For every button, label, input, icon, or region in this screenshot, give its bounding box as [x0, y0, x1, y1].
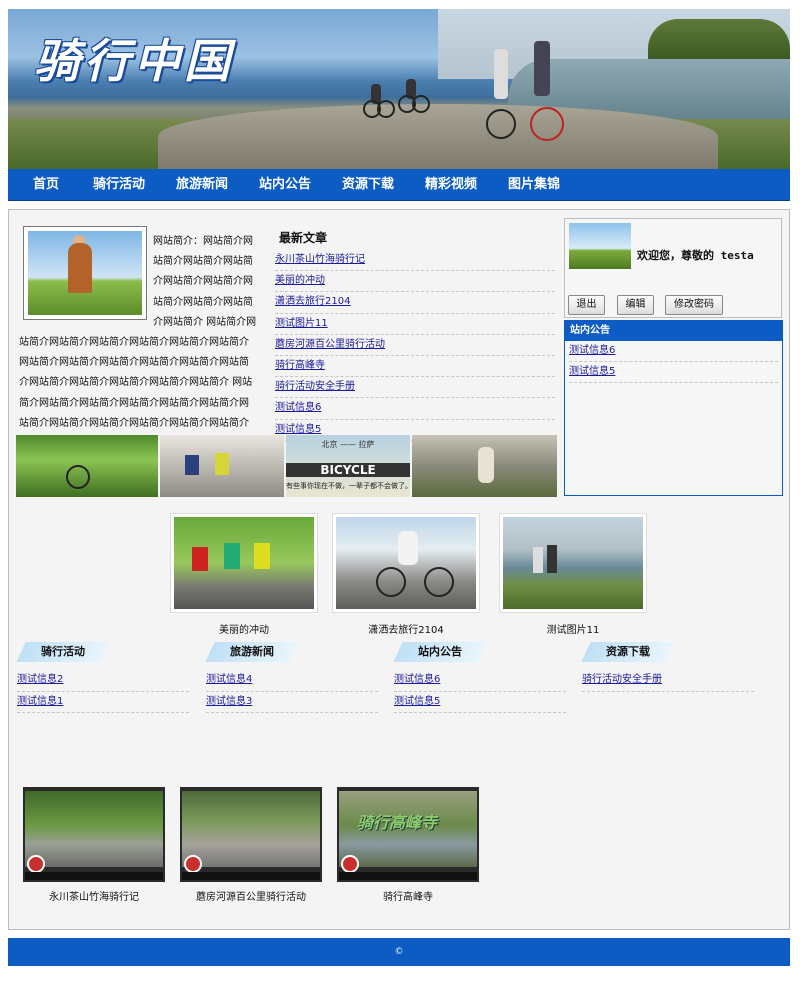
nav-item-announcements[interactable]: 站内公告: [259, 169, 311, 200]
section-announcements: 站内公告 测试信息6 测试信息5: [393, 642, 566, 713]
list-item: 测试信息6: [569, 341, 778, 362]
article-link[interactable]: 骑行高峰寺: [275, 360, 325, 371]
section-travel-news: 旅游新闻 测试信息4 测试信息3: [205, 642, 378, 713]
list-item: 永川茶山竹海骑行记: [275, 250, 555, 272]
section-link[interactable]: 测试信息2: [17, 674, 63, 685]
section-title[interactable]: 旅游新闻: [210, 642, 294, 662]
video-item[interactable]: 蘑房河源百公里骑行活动: [180, 787, 322, 903]
announcement-link[interactable]: 测试信息5: [569, 366, 615, 377]
section-title[interactable]: 资源下载: [586, 642, 670, 662]
list-item: 蘑房河源百公里骑行活动: [275, 335, 555, 356]
play-icon[interactable]: [27, 855, 45, 873]
video-progress-bar[interactable]: [25, 872, 163, 880]
section-link[interactable]: 测试信息1: [17, 696, 63, 707]
gallery-item[interactable]: 测试图片11: [499, 513, 649, 636]
logout-button[interactable]: 退出: [568, 295, 605, 315]
nav-item-travel-news[interactable]: 旅游新闻: [176, 169, 228, 200]
main-navigation: 首页 骑行活动 旅游新闻 站内公告 资源下载 精彩视频 图片集锦: [8, 169, 790, 201]
banner-cyclist: [526, 41, 566, 141]
latest-articles-list: 永川茶山竹海骑行记 美丽的冲动 潇洒去旅行2104 测试图片11 蘑房河源百公里…: [275, 250, 555, 441]
strip-photo-riders[interactable]: [160, 435, 284, 497]
section-link[interactable]: 测试信息3: [206, 696, 252, 707]
section-cycling-activities: 骑行活动 测试信息2 测试信息1: [16, 642, 189, 713]
site-logo: 骑行中国: [34, 34, 234, 88]
video-item[interactable]: 永川茶山竹海骑行记: [23, 787, 165, 903]
video-title-overlay: 骑行高峰寺: [357, 813, 438, 832]
main-content: 网站简介：网站简介网站简介网站简介网站简介网站简介网站简介网站简介网站简介网站简…: [8, 209, 790, 930]
article-link[interactable]: 测试信息6: [275, 402, 321, 413]
nav-item-home[interactable]: 首页: [33, 169, 59, 200]
list-item: 美丽的冲动: [275, 271, 555, 293]
poster-route: 北京 —— 拉萨: [321, 440, 375, 449]
video-caption: 蘑房河源百公里骑行活动: [196, 892, 306, 903]
site-intro: 网站简介：网站简介网站简介网站简介网站简介网站简介网站简介网站简介网站简介网站简…: [19, 232, 257, 454]
nav-item-downloads[interactable]: 资源下载: [342, 169, 394, 200]
latest-articles-title: 最新文章: [279, 231, 328, 245]
announcement-title: 站内公告: [565, 321, 782, 341]
banner-cyclist: [398, 79, 430, 113]
section-link[interactable]: 骑行活动安全手册: [582, 674, 662, 685]
banner-cyclist: [486, 49, 520, 139]
nav-item-gallery[interactable]: 图片集锦: [508, 169, 560, 200]
gallery-item[interactable]: 潇洒去旅行2104: [332, 513, 482, 636]
article-link[interactable]: 骑行活动安全手册: [275, 381, 355, 392]
list-item: 骑行活动安全手册: [582, 670, 754, 692]
banner-cyclist: [363, 84, 395, 118]
list-item: 测试信息3: [206, 692, 378, 713]
section-downloads: 资源下载 骑行活动安全手册: [581, 642, 754, 692]
welcome-message: 欢迎您，尊敬的 testa: [637, 249, 754, 262]
strip-photo-cyclist[interactable]: [412, 435, 557, 497]
list-item: 骑行高峰寺: [275, 356, 555, 378]
list-item: 潇洒去旅行2104: [275, 292, 555, 314]
poster-slogan: 有些事你现在不做，一辈子都不会做了。: [286, 482, 410, 490]
section-title[interactable]: 骑行活动: [21, 642, 105, 662]
list-item: 骑行活动安全手册: [275, 377, 555, 399]
strip-poster-bicycle[interactable]: 北京 —— 拉萨 BICYCLE 有些事你现在不做，一辈子都不会做了。: [286, 435, 410, 497]
section-link[interactable]: 测试信息4: [206, 674, 252, 685]
video-caption: 永川茶山竹海骑行记: [49, 892, 139, 903]
section-link[interactable]: 测试信息6: [394, 674, 440, 685]
nav-item-videos[interactable]: 精彩视频: [425, 169, 477, 200]
change-password-button[interactable]: 修改密码: [665, 295, 723, 315]
article-link[interactable]: 永川茶山竹海骑行记: [275, 254, 365, 265]
article-link[interactable]: 测试信息5: [275, 424, 321, 435]
section-title[interactable]: 站内公告: [398, 642, 482, 662]
list-item: 测试信息5: [394, 692, 566, 713]
edit-button[interactable]: 编辑: [617, 295, 654, 315]
article-link[interactable]: 蘑房河源百公里骑行活动: [275, 339, 385, 350]
video-item[interactable]: 骑行高峰寺 骑行高峰寺: [337, 787, 479, 903]
article-link[interactable]: 潇洒去旅行2104: [275, 296, 350, 307]
banner-trees: [648, 19, 790, 59]
avatar: [569, 223, 631, 269]
play-icon[interactable]: [184, 855, 202, 873]
banner-path: [158, 104, 718, 169]
section-link[interactable]: 测试信息5: [394, 696, 440, 707]
announcement-panel: 站内公告 测试信息6 测试信息5: [564, 320, 783, 496]
article-link[interactable]: 美丽的冲动: [275, 275, 325, 286]
list-item: 测试图片11: [275, 314, 555, 335]
gallery-caption: 美丽的冲动: [219, 625, 269, 636]
list-item: 测试信息1: [17, 692, 189, 713]
footer: ©: [8, 938, 790, 966]
list-item: 测试信息6: [275, 398, 555, 420]
list-item: 测试信息5: [569, 362, 778, 383]
gallery-caption: 潇洒去旅行2104: [368, 625, 444, 636]
gallery-caption: 测试图片11: [546, 625, 600, 636]
list-item: 测试信息4: [206, 670, 378, 692]
user-panel: 欢迎您，尊敬的 testa 退出 编辑 修改密码: [564, 218, 782, 318]
video-progress-bar[interactable]: [182, 872, 320, 880]
nav-item-cycling-activities[interactable]: 骑行活动: [93, 169, 145, 200]
video-progress-bar[interactable]: [339, 872, 477, 880]
poster-title: BICYCLE: [286, 463, 410, 477]
copyright-text: ©: [394, 947, 404, 957]
header-banner: 骑行中国: [8, 9, 790, 169]
gallery-item[interactable]: 美丽的冲动: [170, 513, 320, 636]
list-item: 测试信息2: [17, 670, 189, 692]
strip-photo-forest[interactable]: [16, 435, 158, 497]
video-caption: 骑行高峰寺: [383, 892, 433, 903]
play-icon[interactable]: [341, 855, 359, 873]
article-link[interactable]: 测试图片11: [275, 318, 328, 329]
list-item: 测试信息6: [394, 670, 566, 692]
announcement-link[interactable]: 测试信息6: [569, 345, 615, 356]
